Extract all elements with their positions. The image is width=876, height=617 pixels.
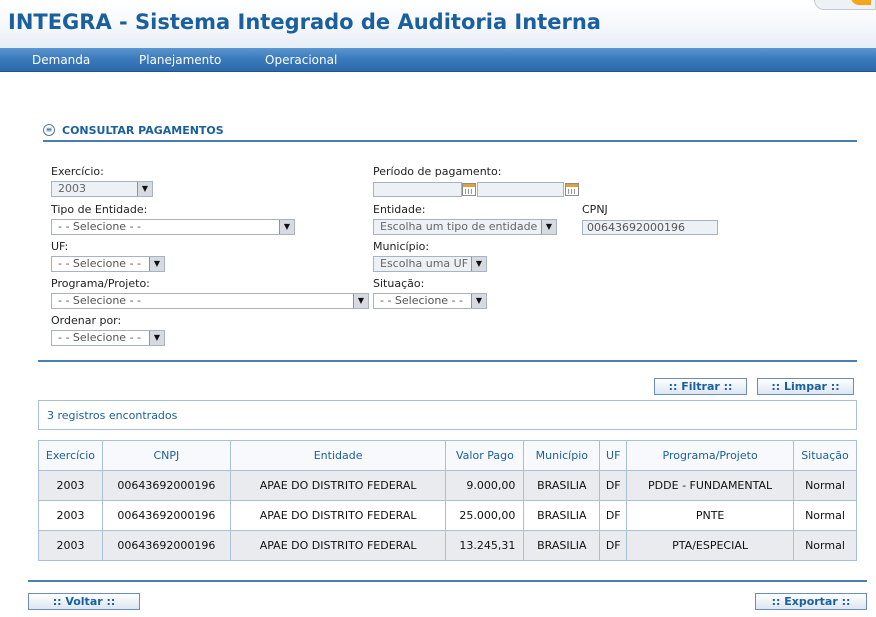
menu-item-planejamento[interactable]: Planejamento	[139, 53, 221, 67]
municipio-label: Município:	[373, 240, 430, 253]
table-cell: 2003	[38, 500, 103, 531]
column-header[interactable]: Entidade	[229, 440, 447, 471]
column-header[interactable]: Programa/Projeto	[626, 440, 794, 471]
table-cell: APAE DO DISTRITO FEDERAL	[229, 500, 447, 531]
table-cell: APAE DO DISTRITO FEDERAL	[229, 530, 447, 561]
table-cell: 2003	[38, 470, 103, 501]
tipo-entidade-value: - - Selecione - -	[58, 220, 142, 233]
entidade-label: Entidade:	[373, 203, 426, 216]
column-header[interactable]: UF	[599, 440, 628, 471]
menu-item-operacional[interactable]: Operacional	[265, 53, 337, 67]
table-cell: BRASILIA	[523, 500, 601, 531]
municipio-value: Escolha uma UF	[380, 257, 469, 270]
chevron-down-icon: ▼	[353, 294, 368, 308]
results-table: Exercício CNPJ Entidade Valor Pago Munic…	[38, 440, 858, 561]
table-cell: 2003	[38, 530, 103, 561]
tipo-entidade-select[interactable]: - - Selecione - - ▼	[51, 219, 295, 235]
logo-mark	[851, 0, 871, 5]
chevron-down-icon: ▼	[471, 294, 486, 308]
section-title: CONSULTAR PAGAMENTOS	[62, 124, 224, 137]
column-header[interactable]: Exercício	[38, 440, 103, 471]
table-cell: DF	[599, 530, 628, 561]
programa-label: Programa/Projeto:	[51, 277, 150, 290]
periodo-label: Período de pagamento:	[373, 165, 502, 178]
table-cell: PDDE - FUNDAMENTAL	[626, 470, 794, 501]
table-header-row: Exercício CNPJ Entidade Valor Pago Munic…	[38, 440, 858, 471]
column-header[interactable]: Valor Pago	[445, 440, 525, 471]
entidade-value: Escolha um tipo de entidade	[380, 220, 538, 233]
table-cell: Normal	[792, 500, 858, 531]
municipio-select[interactable]: Escolha uma UF ▼	[373, 256, 487, 272]
situacao-value: - - Selecione - -	[380, 294, 464, 307]
menu-item-demanda[interactable]: Demanda	[32, 53, 90, 67]
table-cell: BRASILIA	[523, 470, 601, 501]
chevron-down-icon: ▼	[137, 182, 152, 196]
chevron-down-icon: ▼	[149, 257, 164, 271]
table-row[interactable]: 2003 00643692000196 APAE DO DISTRITO FED…	[38, 470, 858, 501]
app-header: INTEGRA - Sistema Integrado de Auditoria…	[0, 0, 876, 48]
cnpj-field[interactable]: 00643692000196	[582, 220, 718, 235]
periodo-start-input[interactable]	[373, 182, 462, 197]
table-cell: 13.245,31	[445, 530, 525, 561]
table-cell: Normal	[792, 530, 858, 561]
collapse-icon[interactable]: ≡	[43, 124, 55, 136]
chevron-down-icon: ▼	[471, 257, 486, 271]
app-title: INTEGRA - Sistema Integrado de Auditoria…	[8, 10, 601, 34]
chevron-down-icon: ▼	[279, 220, 294, 234]
limpar-button[interactable]: :: Limpar ::	[757, 378, 854, 395]
table-row[interactable]: 2003 00643692000196 APAE DO DISTRITO FED…	[38, 530, 858, 561]
table-cell: PTA/ESPECIAL	[626, 530, 794, 561]
table-row[interactable]: 2003 00643692000196 APAE DO DISTRITO FED…	[38, 500, 858, 531]
programa-select[interactable]: - - Selecione - - ▼	[51, 293, 369, 309]
situacao-label: Situação:	[373, 277, 425, 290]
footer-divider	[28, 580, 867, 582]
uf-label: UF:	[51, 240, 69, 253]
periodo-end-input[interactable]	[477, 182, 564, 197]
voltar-button[interactable]: :: Voltar ::	[28, 593, 140, 610]
programa-value: - - Selecione - -	[58, 294, 142, 307]
tipo-entidade-label: Tipo de Entidade:	[51, 203, 148, 216]
uf-value: - - Selecione - -	[58, 257, 142, 270]
section-header: ≡ CONSULTAR PAGAMENTOS	[43, 122, 857, 142]
logo	[814, 0, 876, 10]
chevron-down-icon: ▼	[541, 220, 556, 234]
ordenar-value: - - Selecione - -	[58, 331, 142, 344]
filtrar-button[interactable]: :: Filtrar ::	[654, 378, 747, 395]
exercicio-value: 2003	[58, 182, 86, 195]
table-cell: 00643692000196	[101, 500, 231, 531]
column-header[interactable]: Situação	[792, 440, 858, 471]
calendar-icon[interactable]	[462, 183, 476, 196]
exportar-button[interactable]: :: Exportar ::	[755, 593, 867, 610]
table-cell: 00643692000196	[101, 470, 231, 501]
results-count: 3 registros encontrados	[47, 409, 178, 422]
main-menu: Demanda Planejamento Operacional	[0, 48, 876, 72]
situacao-select[interactable]: - - Selecione - - ▼	[373, 293, 487, 309]
ordenar-label: Ordenar por:	[51, 314, 122, 327]
results-summary: 3 registros encontrados	[38, 400, 857, 430]
table-cell: Normal	[792, 470, 858, 501]
exercicio-label: Exercício:	[51, 165, 104, 178]
calendar-icon[interactable]	[565, 183, 579, 196]
column-header[interactable]: CNPJ	[101, 440, 231, 471]
column-header[interactable]: Município	[523, 440, 601, 471]
exercicio-select[interactable]: 2003 ▼	[51, 181, 153, 197]
table-cell: APAE DO DISTRITO FEDERAL	[229, 470, 447, 501]
entidade-select[interactable]: Escolha um tipo de entidade ▼	[373, 219, 557, 235]
uf-select[interactable]: - - Selecione - - ▼	[51, 256, 165, 272]
table-cell: PNTE	[626, 500, 794, 531]
table-cell: 25.000,00	[445, 500, 525, 531]
ordenar-select[interactable]: - - Selecione - - ▼	[51, 330, 165, 346]
table-cell: 9.000,00	[445, 470, 525, 501]
table-cell: DF	[599, 500, 628, 531]
table-cell: DF	[599, 470, 628, 501]
chevron-down-icon: ▼	[149, 331, 164, 345]
divider	[38, 360, 857, 362]
cnpj-label: CPNJ	[582, 203, 608, 216]
table-cell: BRASILIA	[523, 530, 601, 561]
table-cell: 00643692000196	[101, 530, 231, 561]
